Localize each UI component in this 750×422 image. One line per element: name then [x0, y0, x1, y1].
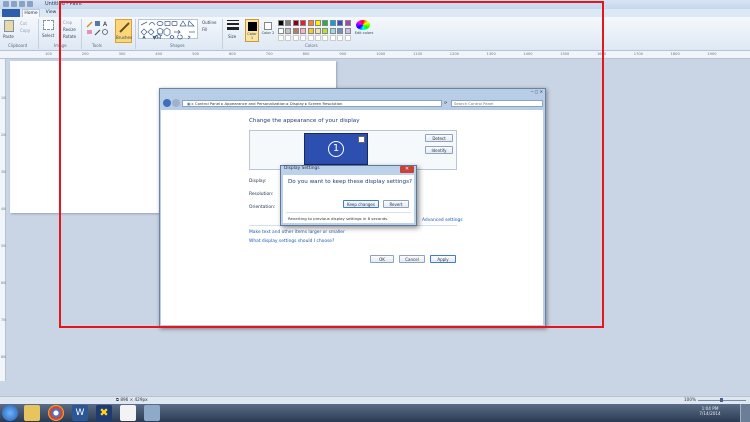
- undo-icon[interactable]: [19, 1, 25, 7]
- canvas-bottom-area: [0, 381, 750, 396]
- zoom-level: 100%: [684, 397, 696, 402]
- show-desktop-button[interactable]: [740, 404, 750, 422]
- paint-app-icon: [3, 1, 9, 7]
- select-button[interactable]: Select: [42, 33, 54, 38]
- zoom-slider[interactable]: [698, 398, 746, 402]
- control-panel-taskbar-icon[interactable]: [144, 405, 160, 421]
- ruler-tick-label: 1800: [670, 52, 680, 56]
- quick-access-toolbar[interactable]: [3, 1, 35, 9]
- save-icon[interactable]: [11, 1, 17, 7]
- chrome-icon[interactable]: [48, 405, 64, 421]
- explorer-icon[interactable]: [24, 405, 40, 421]
- redo-icon[interactable]: [27, 1, 33, 7]
- image-size-status: ⧉ 896 × 429px: [116, 397, 148, 402]
- paste-icon[interactable]: [4, 20, 14, 32]
- tab-home[interactable]: Home: [22, 9, 40, 17]
- xbox-icon[interactable]: ✖: [96, 405, 112, 421]
- clock[interactable]: 1:04 PM 7/14/2014: [696, 406, 724, 416]
- copy-button[interactable]: Copy: [20, 28, 30, 33]
- word-icon[interactable]: W: [72, 405, 88, 421]
- taskbar: [0, 404, 750, 422]
- status-bar: [0, 396, 750, 404]
- selection-rectangle[interactable]: [59, 1, 604, 328]
- clipboard-group-label: Clipboard: [8, 43, 28, 48]
- ruler-tick-label: 100: [45, 52, 52, 56]
- paste-button[interactable]: Paste: [3, 34, 14, 39]
- ruler-tick-label: 1900: [707, 52, 717, 56]
- start-button[interactable]: [2, 405, 18, 421]
- file-menu-tab[interactable]: [2, 9, 20, 17]
- separator: [38, 19, 39, 49]
- ruler-tick-label: 1700: [633, 52, 643, 56]
- select-icon[interactable]: [43, 20, 54, 30]
- cut-button[interactable]: Cut: [20, 21, 27, 26]
- paint-taskbar-icon[interactable]: [120, 405, 136, 421]
- tab-view[interactable]: View: [42, 9, 60, 17]
